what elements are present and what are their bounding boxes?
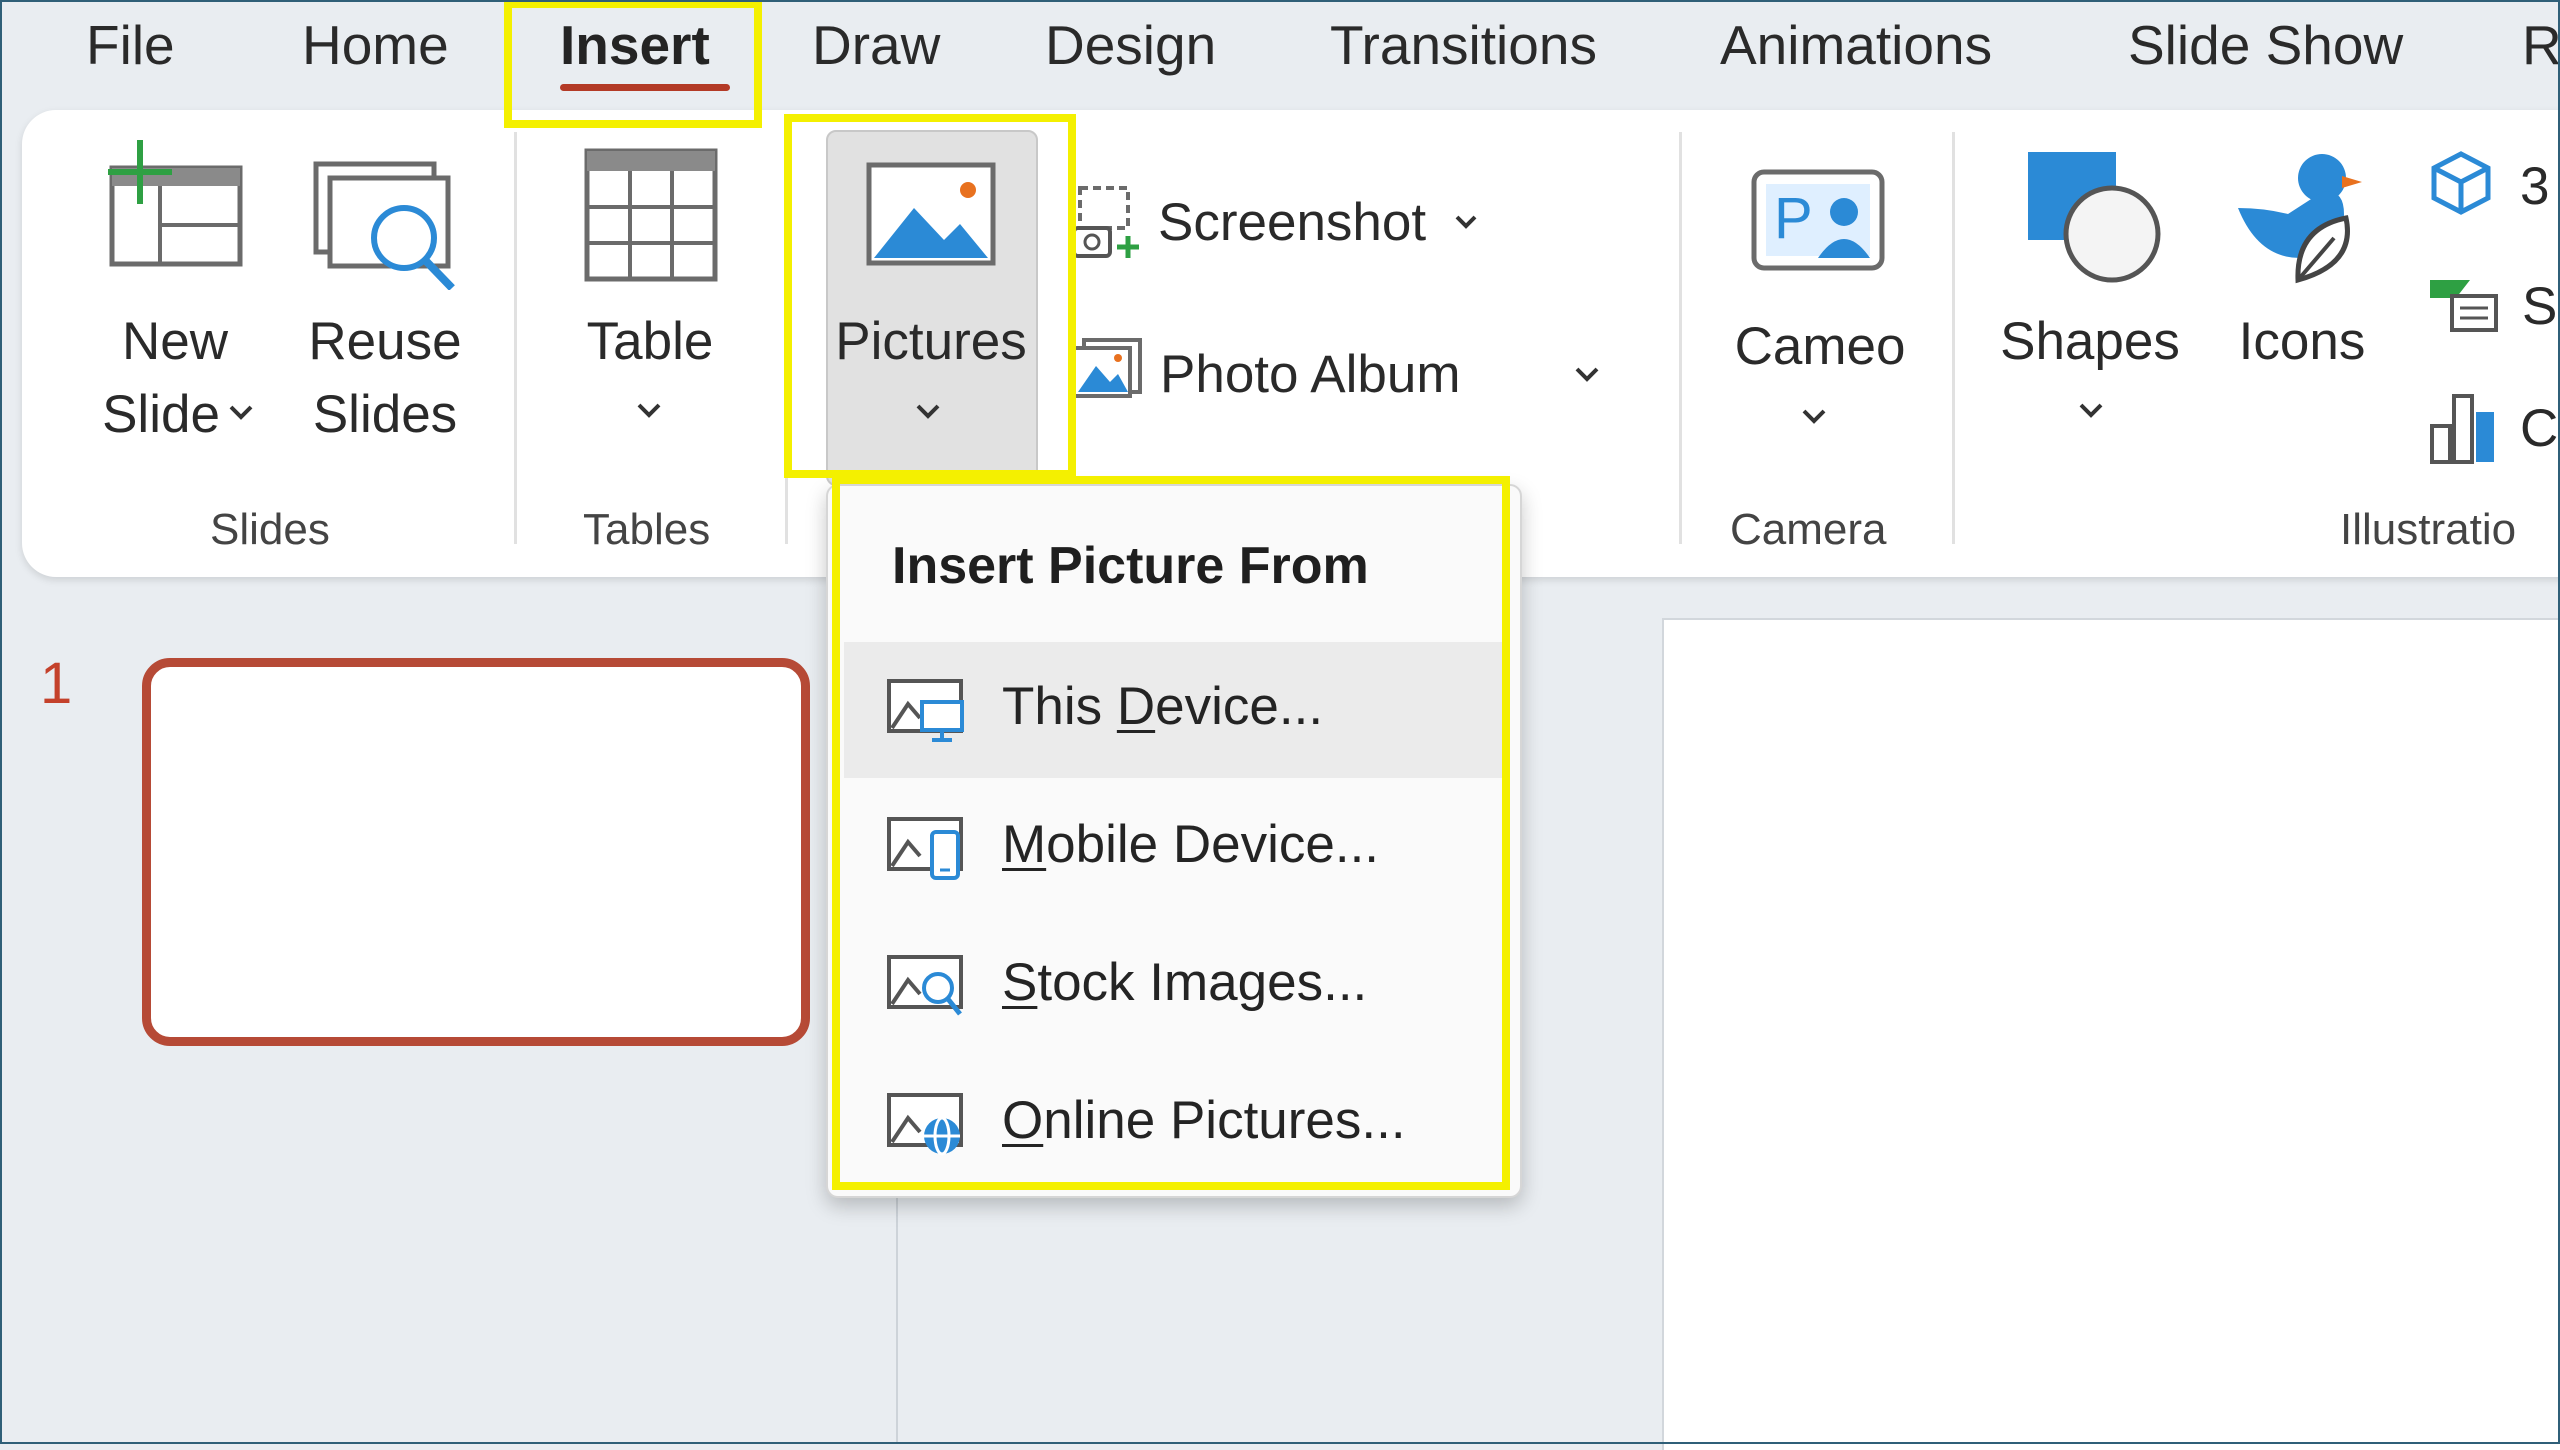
highlight-pictures-button <box>784 114 1076 478</box>
slide-canvas[interactable] <box>1662 618 2560 1450</box>
chart-label-partial[interactable]: C <box>2520 392 2558 466</box>
photo-album-label[interactable]: Photo Album <box>1160 338 1461 412</box>
photo-album-chevron-down-icon[interactable] <box>1574 366 1600 384</box>
tab-slide-show[interactable]: Slide Show <box>2128 10 2403 80</box>
icons-label[interactable]: Icons <box>2224 305 2380 379</box>
ribbon-separator <box>514 132 517 544</box>
tab-file[interactable]: File <box>86 10 175 80</box>
new-slide-label-line1[interactable]: New <box>100 305 250 379</box>
chart-icon <box>2430 394 2494 464</box>
ribbon-separator <box>1952 132 1955 544</box>
table-chevron-down-icon[interactable] <box>636 402 662 420</box>
table-label[interactable]: Table <box>570 305 730 379</box>
tab-home[interactable]: Home <box>302 10 449 80</box>
photo-album-icon <box>1072 338 1142 398</box>
tab-draw[interactable]: Draw <box>812 10 940 80</box>
svg-text:P: P <box>1774 186 1813 251</box>
tab-animations[interactable]: Animations <box>1720 10 1992 80</box>
cameo-icon: P <box>1751 169 1885 271</box>
slides-group-label: Slides <box>210 505 330 554</box>
screenshot-chevron-down-icon[interactable] <box>1454 214 1478 230</box>
icons-icon <box>2238 154 2362 284</box>
tab-transitions[interactable]: Transitions <box>1330 10 1597 80</box>
highlight-insert-tab <box>504 0 762 128</box>
highlight-picture-menu <box>832 476 1510 1190</box>
tab-design[interactable]: Design <box>1045 10 1216 80</box>
reuse-slides-icon <box>313 161 455 290</box>
tables-group-label: Tables <box>583 505 711 554</box>
reuse-slides-label-line2[interactable]: Slides <box>300 378 470 452</box>
cameo-label[interactable]: Cameo <box>1720 310 1920 384</box>
ribbon-separator <box>1679 132 1682 544</box>
smartart-label-partial[interactable]: S <box>2522 270 2557 344</box>
screenshot-label[interactable]: Screenshot <box>1158 186 1426 260</box>
camera-group-label: Camera <box>1730 505 1887 554</box>
new-slide-chevron-down-icon[interactable] <box>228 404 254 422</box>
3d-models-label-partial[interactable]: 3 <box>2520 150 2549 224</box>
new-slide-icon <box>108 140 243 267</box>
shapes-label[interactable]: Shapes <box>1990 305 2190 379</box>
smartart-icon <box>2430 280 2498 332</box>
table-icon <box>584 148 718 282</box>
illustrations-group-label: Illustratio <box>2340 505 2517 554</box>
cameo-chevron-down-icon[interactable] <box>1801 408 1827 426</box>
screenshot-icon <box>1072 186 1139 258</box>
shapes-icon <box>2028 152 2161 283</box>
new-slide-label-line2[interactable]: Slide <box>86 378 236 452</box>
3d-models-icon <box>2431 151 2491 215</box>
slide-number: 1 <box>40 651 73 716</box>
shapes-chevron-down-icon[interactable] <box>2078 402 2104 420</box>
slide-thumbnail[interactable] <box>142 658 810 1046</box>
tab-review-partial[interactable]: R <box>2522 10 2560 80</box>
reuse-slides-label-line1[interactable]: Reuse <box>300 305 470 379</box>
